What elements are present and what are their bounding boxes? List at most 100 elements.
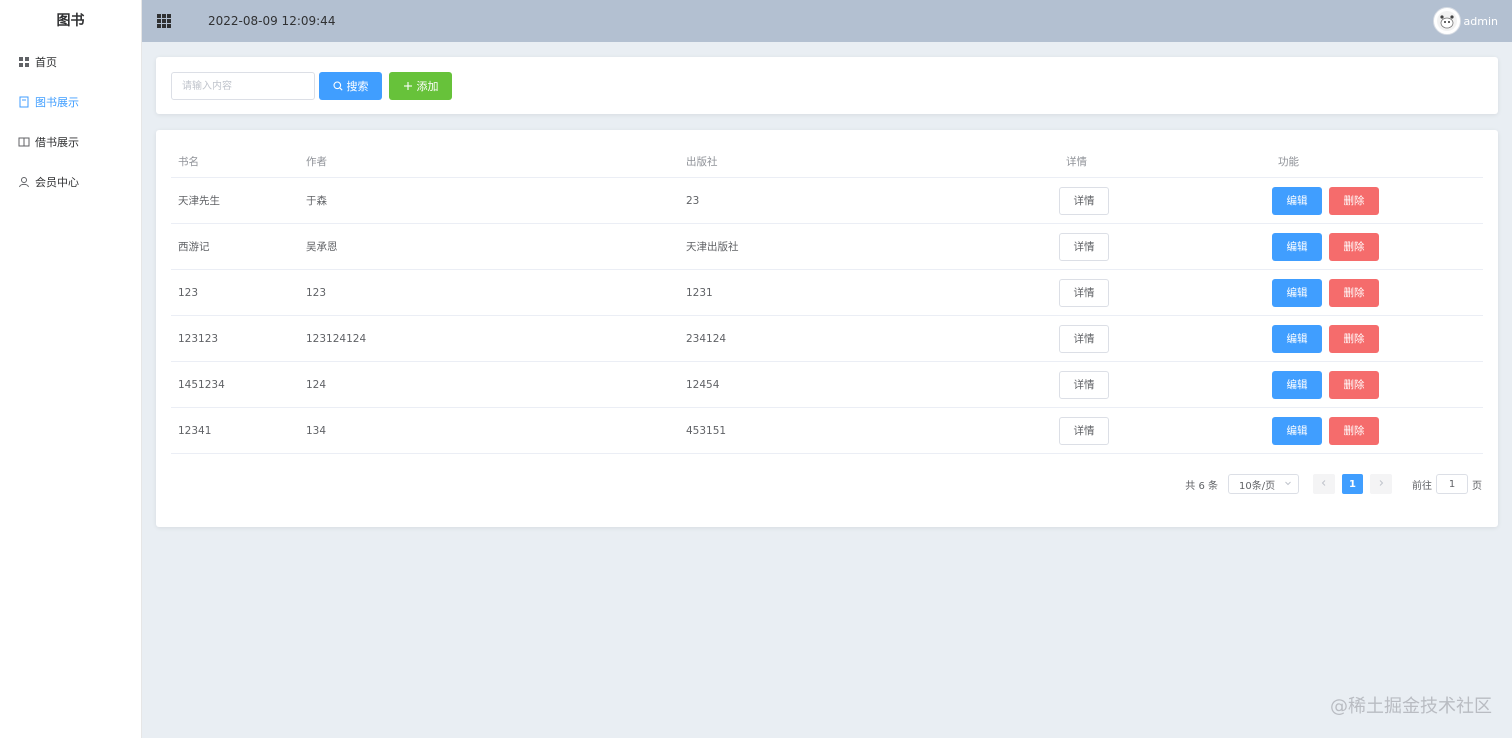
table-row: 1451234 124 12454 详情 编辑 删除 [171, 362, 1483, 408]
edit-button[interactable]: 编辑 [1272, 232, 1322, 261]
cell-actions: 编辑 删除 [1271, 186, 1483, 215]
cell-name: 12341 [178, 424, 212, 437]
column-header-name: 书名 [178, 156, 199, 168]
detail-button[interactable]: 详情 [1059, 324, 1109, 353]
search-icon [332, 81, 343, 91]
pagination-total: 共 6 条 [1185, 480, 1218, 492]
next-page-button[interactable] [1370, 474, 1392, 494]
prev-page-button[interactable] [1313, 474, 1335, 494]
delete-button[interactable]: 删除 [1329, 324, 1379, 353]
search-panel: 搜索 添加 [156, 57, 1498, 114]
page-size-value: 10条/页 [1239, 480, 1276, 492]
username: admin [1463, 14, 1498, 28]
cell-author: 123124124 [306, 332, 367, 345]
edit-button[interactable]: 编辑 [1272, 416, 1322, 445]
cell-actions: 编辑 删除 [1271, 324, 1483, 353]
open-book-icon [18, 136, 30, 148]
table-header-row: 书名 作者 出版社 详情 功能 [171, 146, 1483, 178]
cell-detail: 详情 [1059, 186, 1271, 215]
table-row: 123123 123124124 234124 详情 编辑 删除 [171, 316, 1483, 362]
cell-name: 西游记 [178, 241, 210, 253]
detail-button[interactable]: 详情 [1059, 186, 1109, 215]
delete-button[interactable]: 删除 [1329, 416, 1379, 445]
book-table-panel: 书名 作者 出版社 详情 功能 天津先生 于森 23 详情 编辑 删除 西游记 吴… [156, 130, 1498, 527]
cell-actions: 编辑 删除 [1271, 278, 1483, 307]
page-number-current[interactable]: 1 [1342, 474, 1363, 494]
add-button-label: 添加 [416, 81, 439, 93]
delete-button[interactable]: 删除 [1329, 232, 1379, 261]
sidebar-item-label: 首页 [35, 56, 57, 69]
cell-author: 于森 [306, 195, 327, 207]
cell-publisher: 12454 [686, 378, 720, 391]
sidebar-item-home[interactable]: 首页 [0, 42, 141, 82]
cell-actions: 编辑 删除 [1271, 232, 1483, 261]
search-input[interactable] [171, 72, 315, 100]
cell-author: 124 [306, 378, 327, 391]
detail-button[interactable]: 详情 [1059, 278, 1109, 307]
column-header-actions: 功能 [1278, 156, 1299, 168]
delete-button[interactable]: 删除 [1329, 186, 1379, 215]
cell-publisher: 1231 [686, 286, 713, 299]
detail-button[interactable]: 详情 [1059, 370, 1109, 399]
brand-title: 图书 [56, 13, 85, 29]
column-header-detail: 详情 [1066, 156, 1087, 168]
cell-author: 123 [306, 286, 327, 299]
cell-name: 123123 [178, 332, 219, 345]
grid-icon [18, 56, 30, 68]
cell-actions: 编辑 删除 [1271, 416, 1483, 445]
delete-button[interactable]: 删除 [1329, 370, 1379, 399]
edit-button[interactable]: 编辑 [1272, 370, 1322, 399]
pagination: 共 6 条 10条/页 1 前往 页 [1185, 474, 1482, 494]
detail-button[interactable]: 详情 [1059, 232, 1109, 261]
cell-publisher: 天津出版社 [686, 241, 739, 253]
column-header-author: 作者 [306, 156, 327, 168]
user-menu[interactable]: admin [1432, 7, 1498, 35]
search-button-label: 搜索 [346, 81, 369, 93]
edit-button[interactable]: 编辑 [1272, 324, 1322, 353]
cell-name: 1451234 [178, 378, 225, 391]
book-table: 书名 作者 出版社 详情 功能 天津先生 于森 23 详情 编辑 删除 西游记 吴… [171, 146, 1483, 454]
book-icon [18, 96, 30, 108]
goto-label: 前往 [1412, 480, 1432, 492]
cell-name: 天津先生 [178, 195, 220, 207]
chevron-down-icon [1284, 479, 1292, 490]
avatar[interactable] [1432, 7, 1461, 35]
page-size-select[interactable]: 10条/页 [1228, 474, 1299, 494]
page-suffix-label: 页 [1472, 480, 1482, 492]
table-row: 天津先生 于森 23 详情 编辑 删除 [171, 178, 1483, 224]
cell-name: 123 [178, 286, 199, 299]
menu-grid-icon[interactable] [157, 14, 171, 28]
cell-detail: 详情 [1059, 278, 1271, 307]
cell-publisher: 453151 [686, 424, 727, 437]
chevron-right-icon [1377, 479, 1385, 490]
table-row: 123 123 1231 详情 编辑 删除 [171, 270, 1483, 316]
edit-button[interactable]: 编辑 [1272, 278, 1322, 307]
goto-page-input[interactable] [1436, 474, 1468, 494]
table-row: 西游记 吴承恩 天津出版社 详情 编辑 删除 [171, 224, 1483, 270]
sidebar-item-borrow[interactable]: 借书展示 [0, 122, 141, 162]
table-row: 12341 134 453151 详情 编辑 删除 [171, 408, 1483, 454]
cell-publisher: 234124 [686, 332, 727, 345]
cell-author: 134 [306, 424, 327, 437]
cell-actions: 编辑 删除 [1271, 370, 1483, 399]
sidebar-item-label: 图书展示 [35, 96, 79, 109]
sidebar-item-label: 借书展示 [35, 136, 79, 149]
chevron-left-icon [1320, 479, 1328, 490]
search-button[interactable]: 搜索 [319, 72, 382, 100]
detail-button[interactable]: 详情 [1059, 416, 1109, 445]
plus-icon [403, 81, 413, 91]
watermark: @稀土掘金技术社区 [1330, 696, 1492, 717]
top-header: 2022-08-09 12:09:44 admin [142, 0, 1512, 42]
cell-detail: 详情 [1059, 416, 1271, 445]
sidebar-item-label: 会员中心 [35, 176, 79, 189]
sidebar-item-books[interactable]: 图书展示 [0, 82, 141, 122]
current-datetime: 2022-08-09 12:09:44 [208, 14, 336, 28]
delete-button[interactable]: 删除 [1329, 278, 1379, 307]
cell-publisher: 23 [686, 194, 700, 207]
edit-button[interactable]: 编辑 [1272, 186, 1322, 215]
sidebar: 图书 首页 图书展示 借书展示 会员中心 [0, 0, 142, 738]
add-button[interactable]: 添加 [389, 72, 452, 100]
sidebar-item-members[interactable]: 会员中心 [0, 162, 141, 202]
cell-detail: 详情 [1059, 370, 1271, 399]
cell-author: 吴承恩 [306, 241, 338, 253]
